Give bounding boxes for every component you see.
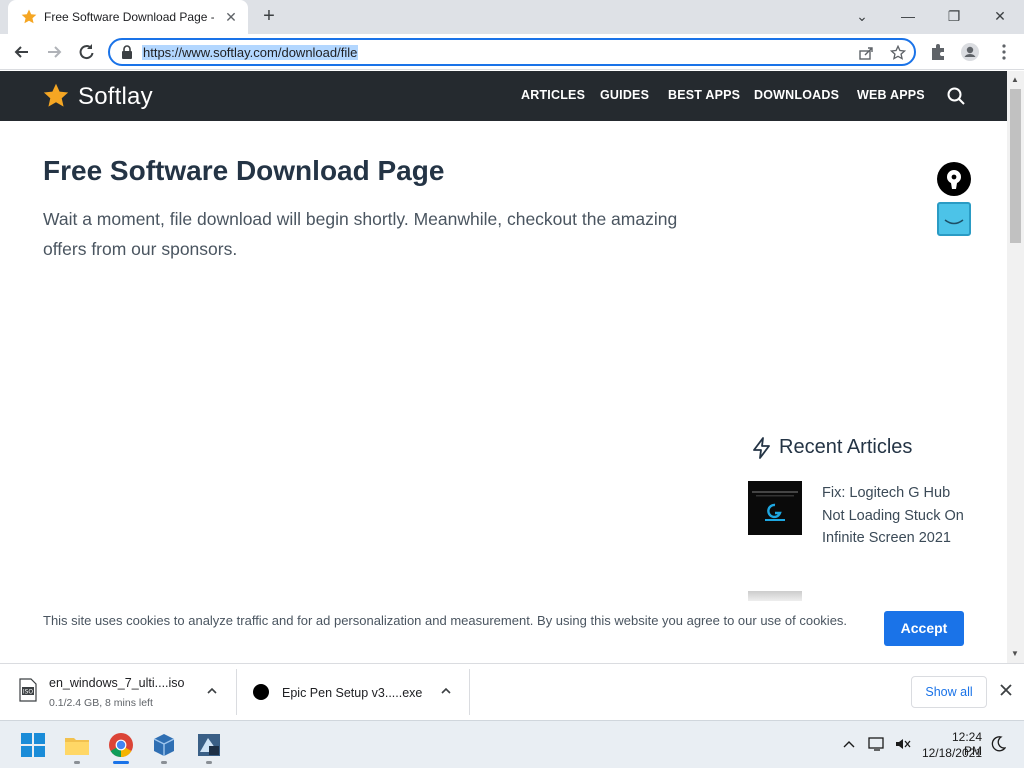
restore-button[interactable]: ❐	[934, 4, 974, 28]
window-close-button[interactable]: ✕	[980, 4, 1020, 28]
volume-muted-icon[interactable]	[894, 736, 912, 752]
scrollbar-thumb[interactable]	[1010, 89, 1021, 243]
site-header: Softlay ARTICLES GUIDES BEST APPS DOWNLO…	[0, 71, 1007, 121]
download-filename: en_windows_7_ulti....iso	[49, 676, 185, 690]
chat-widget-face-icon[interactable]	[937, 202, 971, 236]
search-icon[interactable]	[946, 86, 966, 106]
running-indicator	[74, 761, 80, 764]
virtualbox-icon[interactable]	[151, 732, 177, 758]
article-thumbnail-2[interactable]	[748, 591, 802, 601]
download-filename-2: Epic Pen Setup v3.....exe	[282, 686, 423, 700]
new-tab-button[interactable]: +	[258, 6, 280, 28]
lightning-bolt-icon	[753, 437, 770, 459]
running-indicator-3	[206, 761, 212, 764]
star-favicon-icon	[21, 9, 37, 24]
article-link[interactable]: Fix: Logitech G Hub Not Loading Stuck On…	[822, 482, 972, 550]
show-all-downloads-button[interactable]: Show all	[911, 676, 987, 708]
iso-tool-icon[interactable]	[196, 732, 222, 758]
accept-cookies-button[interactable]: Accept	[884, 611, 964, 646]
bookmark-star-icon[interactable]	[890, 45, 906, 61]
epic-pen-floating-icon[interactable]	[937, 162, 971, 196]
tab-search-chevron-icon[interactable]: ⌄	[842, 4, 882, 28]
recent-articles-heading: Recent Articles	[779, 436, 913, 458]
extensions-puzzle-icon[interactable]	[928, 42, 948, 62]
smile-icon	[944, 219, 964, 225]
cookie-consent-text: This site uses cookies to analyze traffi…	[43, 613, 848, 628]
chrome-icon[interactable]	[108, 732, 134, 758]
tab-close-icon[interactable]: ✕	[222, 8, 240, 26]
tab-strip: Free Software Download Page - S ✕ + ⌄ — …	[0, 0, 1024, 34]
browser-tab[interactable]: Free Software Download Page - S ✕	[8, 0, 248, 34]
profile-avatar-icon[interactable]	[960, 42, 980, 62]
scroll-down-arrow-icon[interactable]: ▼	[1011, 649, 1019, 658]
epic-pen-file-icon	[253, 684, 269, 700]
active-indicator	[113, 761, 129, 764]
windows-taskbar: 12:24 PM 12/18/2021	[0, 720, 1024, 768]
iso-file-icon: ISO	[19, 678, 37, 702]
page-title: Free Software Download Page	[43, 155, 445, 186]
network-monitor-icon[interactable]	[868, 736, 886, 752]
share-icon[interactable]	[858, 45, 874, 61]
tab-title: Free Software Download Page - S	[44, 10, 214, 24]
close-icon[interactable]	[998, 682, 1014, 698]
download-progress-text: 0.1/2.4 GB, 8 mins left	[49, 697, 153, 709]
download-item-1[interactable]: ISO en_windows_7_ulti....iso 0.1/2.4 GB,…	[0, 664, 236, 721]
running-indicator-2	[161, 761, 167, 764]
download-item-2[interactable]: Epic Pen Setup v3.....exe	[237, 664, 469, 721]
download-shelf: ISO en_windows_7_ulti....iso 0.1/2.4 GB,…	[0, 663, 1024, 720]
back-arrow-icon[interactable]	[12, 42, 32, 62]
notification-moon-icon[interactable]	[990, 735, 1006, 753]
nav-web-apps[interactable]: WEB APPS	[857, 88, 925, 102]
page-description: Wait a moment, file download will begin …	[43, 209, 678, 259]
download-divider-2	[469, 669, 470, 715]
page-scrollbar[interactable]: ▲ ▼	[1007, 71, 1024, 663]
nav-best-apps[interactable]: BEST APPS	[668, 88, 740, 102]
minimize-button[interactable]: —	[888, 4, 928, 28]
url-text[interactable]: https://www.softlay.com/download/file	[142, 45, 359, 60]
svg-text:ISO: ISO	[23, 689, 34, 696]
nav-downloads[interactable]: DOWNLOADS	[754, 88, 839, 102]
nav-guides[interactable]: GUIDES	[600, 88, 649, 102]
article-thumbnail[interactable]	[748, 481, 802, 535]
logitech-g-icon	[752, 491, 798, 521]
cookie-consent-bar: This site uses cookies to analyze traffi…	[0, 601, 1007, 663]
reload-icon[interactable]	[76, 42, 96, 62]
softlay-logo-star-icon[interactable]	[42, 82, 70, 110]
windows-start-icon[interactable]	[20, 732, 46, 758]
scroll-up-arrow-icon[interactable]: ▲	[1011, 75, 1019, 84]
address-bar[interactable]: https://www.softlay.com/download/file	[108, 38, 916, 66]
tray-chevron-up-icon[interactable]	[842, 737, 856, 751]
pen-nib-icon	[947, 170, 961, 189]
chevron-up-icon-2[interactable]	[439, 684, 453, 698]
menu-kebab-icon[interactable]	[994, 42, 1014, 62]
site-logo-text[interactable]: Softlay	[78, 83, 153, 111]
chevron-up-icon[interactable]	[205, 684, 219, 698]
lock-icon[interactable]	[120, 45, 134, 59]
file-explorer-icon[interactable]	[64, 732, 90, 758]
browser-toolbar: https://www.softlay.com/download/file	[0, 34, 1024, 70]
forward-arrow-icon[interactable]	[44, 42, 64, 62]
nav-articles[interactable]: ARTICLES	[521, 88, 585, 102]
clock-date[interactable]: 12/18/2021	[920, 746, 982, 760]
